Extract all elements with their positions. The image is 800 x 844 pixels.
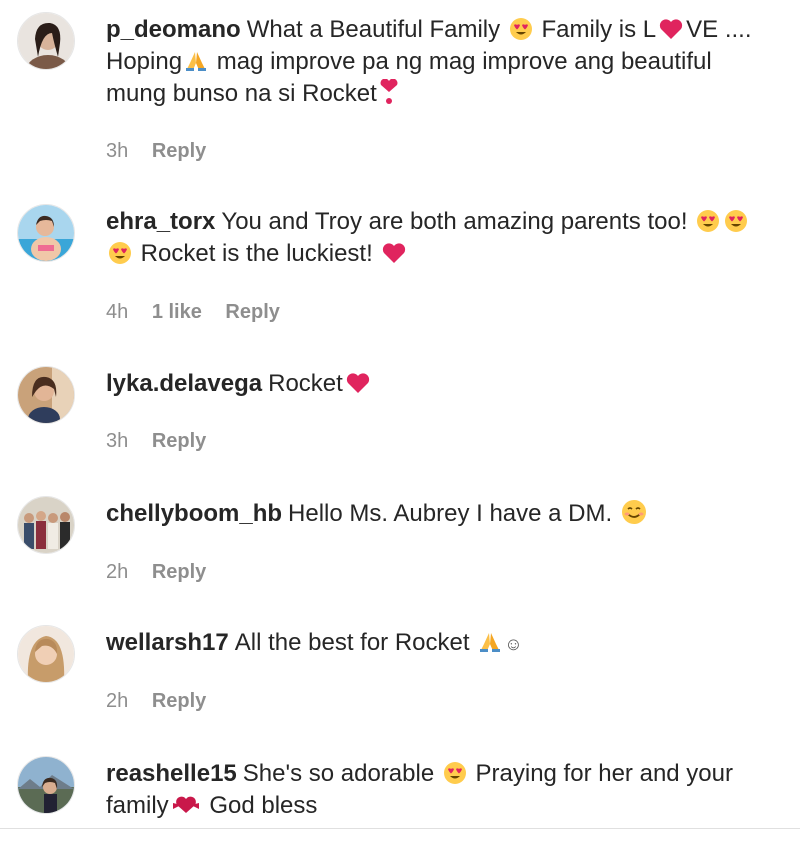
reply-button[interactable]: Reply: [152, 140, 206, 162]
comment-meta: 3h Reply: [106, 429, 224, 453]
reply-button[interactable]: Reply: [152, 561, 206, 583]
comment-text: ehra_torx You and Troy are both amazing p…: [106, 206, 786, 270]
comment-body: All the best for Rocket: [234, 629, 470, 656]
comment-username[interactable]: chellyboom_hb: [106, 500, 282, 527]
comment-body: family: [106, 792, 169, 819]
avatar[interactable]: [17, 204, 75, 262]
heart-eyes-emoji-icon: [109, 242, 131, 264]
comment-meta: 2h Reply: [106, 689, 224, 713]
comment-body: Family is L: [541, 16, 657, 43]
heart-eyes-emoji-icon: [725, 210, 748, 232]
avatar[interactable]: [17, 756, 75, 814]
heart-eyes-emoji-icon: [697, 210, 720, 232]
comment-body: Rocket: [268, 370, 343, 397]
comment-username[interactable]: lyka.delavega: [106, 370, 262, 397]
comment-body: God bless: [209, 792, 318, 819]
red-heart-icon: [383, 243, 406, 263]
red-heart-icon: [660, 19, 683, 39]
comment-body: Hello Ms. Aubrey I have a DM.: [288, 500, 613, 527]
divider: [0, 828, 800, 829]
comment-body: Praying for her and your: [475, 760, 733, 787]
reply-button[interactable]: Reply: [152, 430, 206, 452]
reply-button[interactable]: Reply: [152, 690, 206, 712]
comment-body: Rocket is the luckiest!: [140, 240, 373, 267]
folded-hands-icon: [186, 52, 207, 71]
comment-meta: 4h 1 like Reply: [106, 300, 298, 324]
comment-body: She's so adorable: [242, 760, 435, 787]
comment-time[interactable]: 2h: [106, 690, 128, 712]
comment-body: What a Beautiful Family: [246, 16, 501, 43]
comment-time[interactable]: 3h: [106, 430, 128, 452]
comment-time[interactable]: 3h: [106, 140, 128, 162]
folded-hands-icon: [480, 633, 501, 652]
comment-text: chellyboom_hb Hello Ms. Aubrey I have a D…: [106, 498, 786, 530]
heart-ribbon-icon: [172, 796, 199, 813]
comment-time[interactable]: 4h: [106, 301, 128, 323]
comment-username[interactable]: wellarsh17: [106, 629, 229, 656]
avatar[interactable]: [17, 625, 75, 683]
red-heart-icon: [346, 373, 369, 393]
comment-list: p_deomano What a Beautiful Family Family …: [0, 0, 800, 844]
comment-username[interactable]: reashelle15: [106, 760, 237, 787]
comment-meta: 2h Reply: [106, 560, 224, 584]
comment-username[interactable]: p_deomano: [106, 16, 241, 43]
comment-body: Hoping: [106, 48, 183, 75]
comment-body: VE ....: [686, 16, 752, 43]
comment-body: mung bunso na si Rocket: [106, 80, 377, 107]
heart-eyes-emoji-icon: [443, 762, 466, 784]
avatar[interactable]: [17, 496, 75, 554]
comment-text: lyka.delavega Rocket: [106, 368, 786, 400]
comment-body: You and Troy are both amazing parents to…: [221, 208, 688, 235]
comment-text: wellarsh17 All the best for Rocket ☺: [106, 627, 786, 660]
smiling-face-icon: [621, 500, 646, 524]
avatar[interactable]: [17, 12, 75, 70]
likes-count[interactable]: 1 like: [152, 301, 202, 323]
heart-eyes-emoji-icon: [509, 18, 532, 40]
comment-time[interactable]: 2h: [106, 561, 128, 583]
comment-text: p_deomano What a Beautiful Family Family …: [106, 14, 786, 110]
heart-exclamation-icon: [380, 79, 398, 104]
comment-meta: 3h Reply: [106, 139, 224, 163]
comment-username[interactable]: ehra_torx: [106, 208, 215, 235]
avatar[interactable]: [17, 366, 75, 424]
comment-body: mag improve pa ng mag improve ang beauti…: [216, 48, 712, 75]
reply-button[interactable]: Reply: [225, 301, 279, 323]
comment-text: reashelle15 She's so adorable Praying for…: [106, 758, 786, 822]
smile-symbol: ☺: [504, 634, 523, 654]
